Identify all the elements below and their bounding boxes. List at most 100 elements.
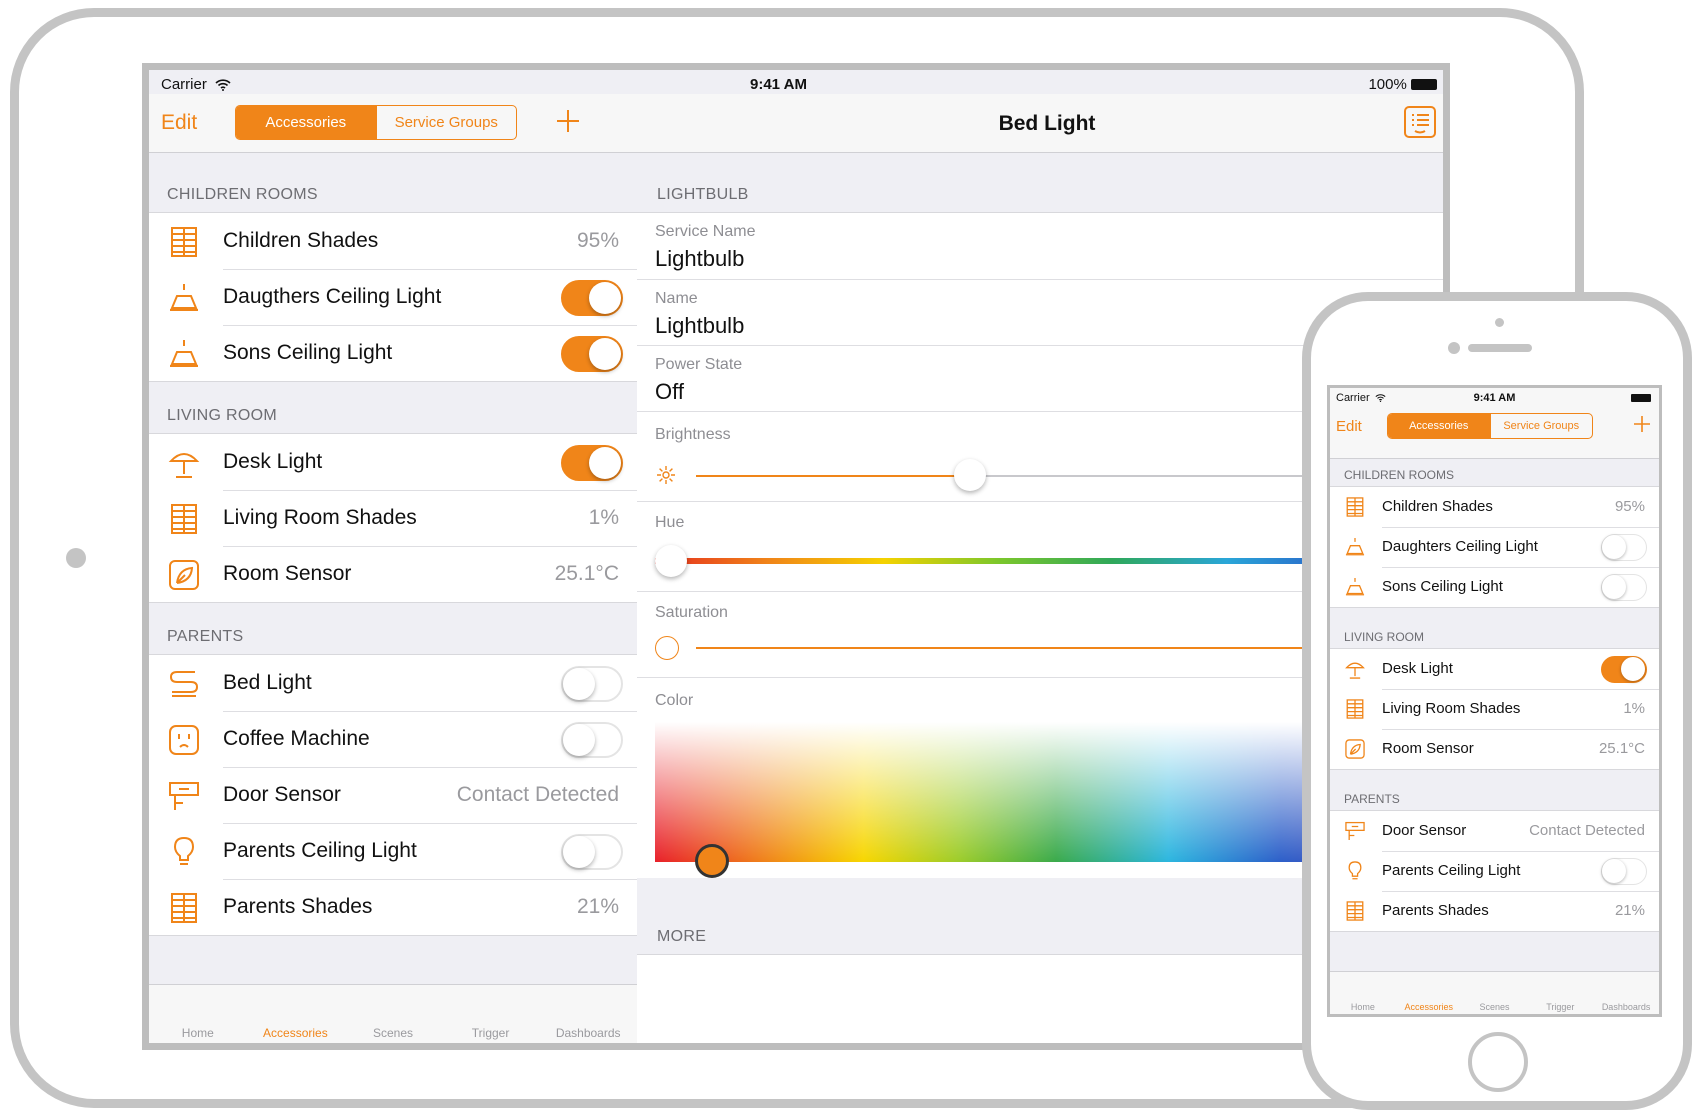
- list-item-desk-light[interactable]: Desk Light: [1330, 649, 1659, 689]
- iphone-status-time: 9:41 AM: [1473, 392, 1516, 404]
- list-item-desk-light[interactable]: Desk Light: [149, 434, 637, 490]
- list-item-children-shades[interactable]: Children Shades 95%: [149, 213, 637, 269]
- list-item-parents-shades[interactable]: Parents Shades 21%: [1330, 891, 1659, 931]
- tab-home[interactable]: Home: [149, 985, 247, 1043]
- color-label: Color: [655, 692, 694, 709]
- ceiling-light-icon: [167, 337, 201, 371]
- list-item-parents-shades[interactable]: Parents Shades 21%: [149, 879, 637, 935]
- segment-accessories[interactable]: Accessories: [1388, 414, 1490, 438]
- saturation-label: Saturation: [655, 604, 728, 621]
- power-toggle[interactable]: [561, 834, 623, 870]
- shades-icon: [1344, 900, 1366, 922]
- tab-home[interactable]: Home: [1330, 972, 1396, 1014]
- sensor-icon: [167, 558, 201, 592]
- tab-accessories[interactable]: Accessories: [247, 985, 345, 1043]
- item-label: Daugthers Ceiling Light: [223, 285, 442, 308]
- color-picker-knob[interactable]: [695, 844, 729, 878]
- log-icon[interactable]: [1403, 105, 1437, 144]
- section-header-living-room: LIVING ROOM: [1344, 630, 1425, 644]
- segment-service-groups[interactable]: Service Groups: [1489, 414, 1593, 438]
- iphone-screen: Carrier 9:41 AM Edit Accessories Service…: [1327, 385, 1662, 1017]
- ipad-camera-dot: [66, 548, 86, 568]
- edit-button[interactable]: Edit: [161, 111, 197, 135]
- carrier-label: Carrier: [161, 76, 207, 93]
- hue-knob[interactable]: [655, 545, 687, 577]
- power-toggle[interactable]: [561, 666, 623, 702]
- tab-accessories[interactable]: Accessories: [1396, 972, 1462, 1014]
- list-item-children-shades[interactable]: Children Shades 95%: [1330, 487, 1659, 527]
- list-item-parents-ceiling-light[interactable]: Parents Ceiling Light: [1330, 851, 1659, 891]
- brightness-knob[interactable]: [953, 459, 986, 491]
- tab-scenes[interactable]: Scenes: [1462, 972, 1528, 1014]
- list-item-room-sensor[interactable]: Room Sensor 25.1°C: [1330, 729, 1659, 769]
- list-item-living-room-shades[interactable]: Living Room Shades 1%: [149, 490, 637, 546]
- sun-icon: [655, 464, 677, 491]
- tab-trigger[interactable]: Trigger: [1527, 972, 1593, 1014]
- list-item-daughters-ceiling-light[interactable]: Daughters Ceiling Light: [1330, 527, 1659, 567]
- ceiling-light-icon: [167, 281, 201, 315]
- list-item-coffee-machine[interactable]: Coffee Machine: [149, 711, 637, 767]
- power-toggle[interactable]: [1601, 656, 1647, 683]
- battery-icon: [1631, 394, 1651, 402]
- list-item-door-sensor[interactable]: Door Sensor Contact Detected: [149, 767, 637, 823]
- segmented-control: Accessories Service Groups: [1387, 413, 1593, 439]
- item-value: 21%: [576, 895, 619, 918]
- list-item-sons-ceiling-light[interactable]: Sons Ceiling Light: [149, 325, 637, 381]
- shades-icon: [1344, 698, 1366, 720]
- power-toggle[interactable]: [1601, 534, 1647, 561]
- door-sensor-icon: [1344, 820, 1366, 842]
- tab-label: Accessories: [1404, 1002, 1453, 1012]
- iphone-navbar: Carrier 9:41 AM Edit Accessories Service…: [1330, 388, 1659, 459]
- iphone-speaker: [1468, 344, 1532, 352]
- segment-accessories[interactable]: Accessories: [236, 106, 376, 139]
- iphone-camera: [1495, 318, 1504, 327]
- tab-label: Home: [1350, 1002, 1375, 1012]
- page-title: Bed Light: [998, 112, 1096, 135]
- list-item-door-sensor[interactable]: Door Sensor Contact Detected: [1330, 811, 1659, 851]
- door-sensor-icon: [167, 779, 201, 813]
- list-item-parents-ceiling-light[interactable]: Parents Ceiling Light: [149, 823, 637, 879]
- toggle-knob: [1621, 657, 1645, 681]
- iphone-front-sensor: [1448, 342, 1460, 354]
- toggle-knob: [589, 447, 621, 479]
- section-header-living-room: LIVING ROOM: [167, 407, 277, 424]
- tab-dashboards[interactable]: Dashboards: [539, 985, 637, 1043]
- toggle-knob: [1602, 575, 1626, 599]
- list-item-room-sensor[interactable]: Room Sensor 25.1°C: [149, 546, 637, 602]
- item-label: Parents Ceiling Light: [223, 839, 417, 862]
- power-toggle[interactable]: [561, 336, 623, 372]
- power-toggle[interactable]: [1601, 858, 1647, 885]
- toggle-knob: [563, 724, 595, 756]
- wifi-icon: [215, 78, 231, 95]
- tab-label: Accessories: [263, 1026, 328, 1040]
- list-item-bed-light[interactable]: Bed Light: [149, 655, 637, 711]
- bulb-icon: [1344, 860, 1366, 882]
- master-pane: Carrier Edit Accessories Service Groups …: [149, 70, 638, 1043]
- tab-label: Dashboards: [555, 1026, 621, 1040]
- iphone-home-button[interactable]: [1468, 1032, 1528, 1092]
- item-label: Living Room Shades: [223, 506, 417, 529]
- edit-button[interactable]: Edit: [1336, 418, 1362, 435]
- field-value: Off: [655, 379, 684, 404]
- field-service-name[interactable]: Service Name Lightbulb: [637, 212, 1443, 280]
- section-list-parents: Door Sensor Contact Detected Parents Ceili…: [1330, 810, 1659, 932]
- tab-scenes[interactable]: Scenes: [344, 985, 442, 1043]
- power-toggle[interactable]: [561, 722, 623, 758]
- list-item-daugthers-ceiling-light[interactable]: Daugthers Ceiling Light: [149, 269, 637, 325]
- plus-icon[interactable]: [1633, 415, 1651, 438]
- tab-label: Trigger: [471, 1026, 510, 1040]
- shades-icon: [167, 502, 201, 536]
- item-value: 95%: [1614, 498, 1645, 515]
- power-toggle[interactable]: [561, 280, 623, 316]
- list-item-sons-ceiling-light[interactable]: Sons Ceiling Light: [1330, 567, 1659, 607]
- tab-trigger[interactable]: Trigger: [442, 985, 540, 1043]
- list-item-living-room-shades[interactable]: Living Room Shades 1%: [1330, 689, 1659, 729]
- tab-dashboards[interactable]: Dashboards: [1593, 972, 1659, 1014]
- segment-service-groups[interactable]: Service Groups: [375, 106, 517, 139]
- item-label: Desk Light: [1382, 660, 1453, 677]
- section-list-living-room: Desk Light Living Room Shades 1% Room Senso…: [1330, 648, 1659, 770]
- plus-icon[interactable]: [555, 108, 581, 139]
- tab-label: Scenes: [1479, 1002, 1510, 1012]
- power-toggle[interactable]: [561, 445, 623, 481]
- power-toggle[interactable]: [1601, 574, 1647, 601]
